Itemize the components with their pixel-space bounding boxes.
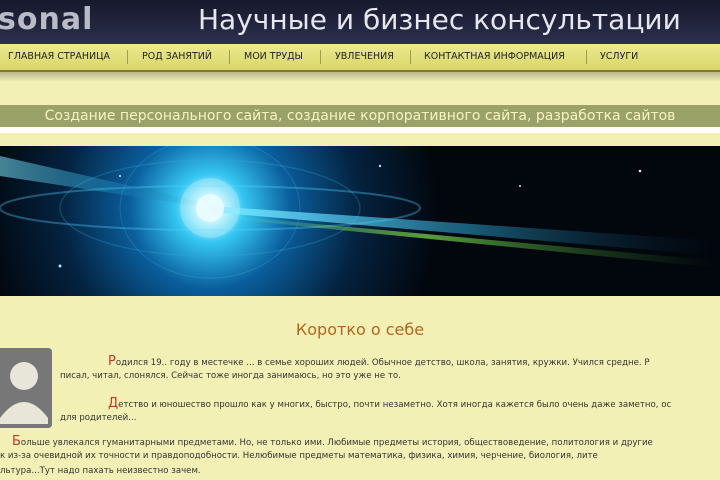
cosmic-burst-image [0, 146, 720, 296]
dropcap: Б [12, 434, 21, 449]
nav-item-home[interactable]: ГЛАВНАЯ СТРАНИЦА [8, 44, 110, 70]
main-nav: ГЛАВНАЯ СТРАНИЦА РОД ЗАНЯТИЙ МОИ ТРУДЫ У… [0, 44, 720, 72]
nav-item-contacts[interactable]: КОНТАКТНАЯ ИНФОРМАЦИЯ [424, 44, 565, 70]
nav-separator [229, 50, 230, 64]
nav-separator [410, 50, 411, 64]
hero-banner [0, 146, 720, 296]
section-title: Коротко о себе [295, 320, 425, 339]
nav-item-hobbies[interactable]: УВЛЕЧЕНИЯ [335, 44, 394, 70]
about-paragraph-3-line-3: льтура...Тут надо пахать неизвестно заче… [0, 466, 201, 476]
avatar [0, 348, 52, 428]
dropcap: Д [108, 396, 119, 411]
site-header: sonal Научные и бизнес консультации [0, 0, 720, 44]
site-logo[interactable]: sonal [0, 2, 93, 38]
nav-separator [127, 50, 128, 64]
dropcap: Р [108, 354, 116, 369]
paragraph-text: ольше увлекался гуманитарными предметами… [20, 438, 653, 448]
about-paragraph-2-line-1: Детство и юношество прошло как у многих,… [108, 396, 671, 413]
paragraph-text: етство и юношество прошло как у многих, … [118, 400, 672, 410]
user-silhouette-icon [0, 348, 52, 428]
nav-separator [320, 50, 321, 64]
nav-shadow [0, 72, 720, 82]
about-paragraph-1-line-2: писал, читал, слонялся. Сейчас тоже иног… [60, 371, 401, 381]
site-title: Научные и бизнес консультации [198, 3, 681, 36]
nav-separator [586, 50, 587, 64]
slogan-divider [0, 127, 720, 133]
nav-item-services[interactable]: УСЛУГИ [600, 44, 638, 70]
paragraph-text: одился 19.. году в местечке ... в семье … [115, 358, 650, 368]
about-paragraph-3-line-2: к из-за очевидной их точности и правдопо… [0, 451, 598, 461]
nav-item-occupation[interactable]: РОД ЗАНЯТИЙ [142, 44, 212, 70]
nav-item-works[interactable]: МОИ ТРУДЫ [244, 44, 303, 70]
about-paragraph-2-line-2: для родителей... [60, 413, 137, 423]
slogan-text: Создание персонального сайта, создание к… [44, 108, 676, 124]
